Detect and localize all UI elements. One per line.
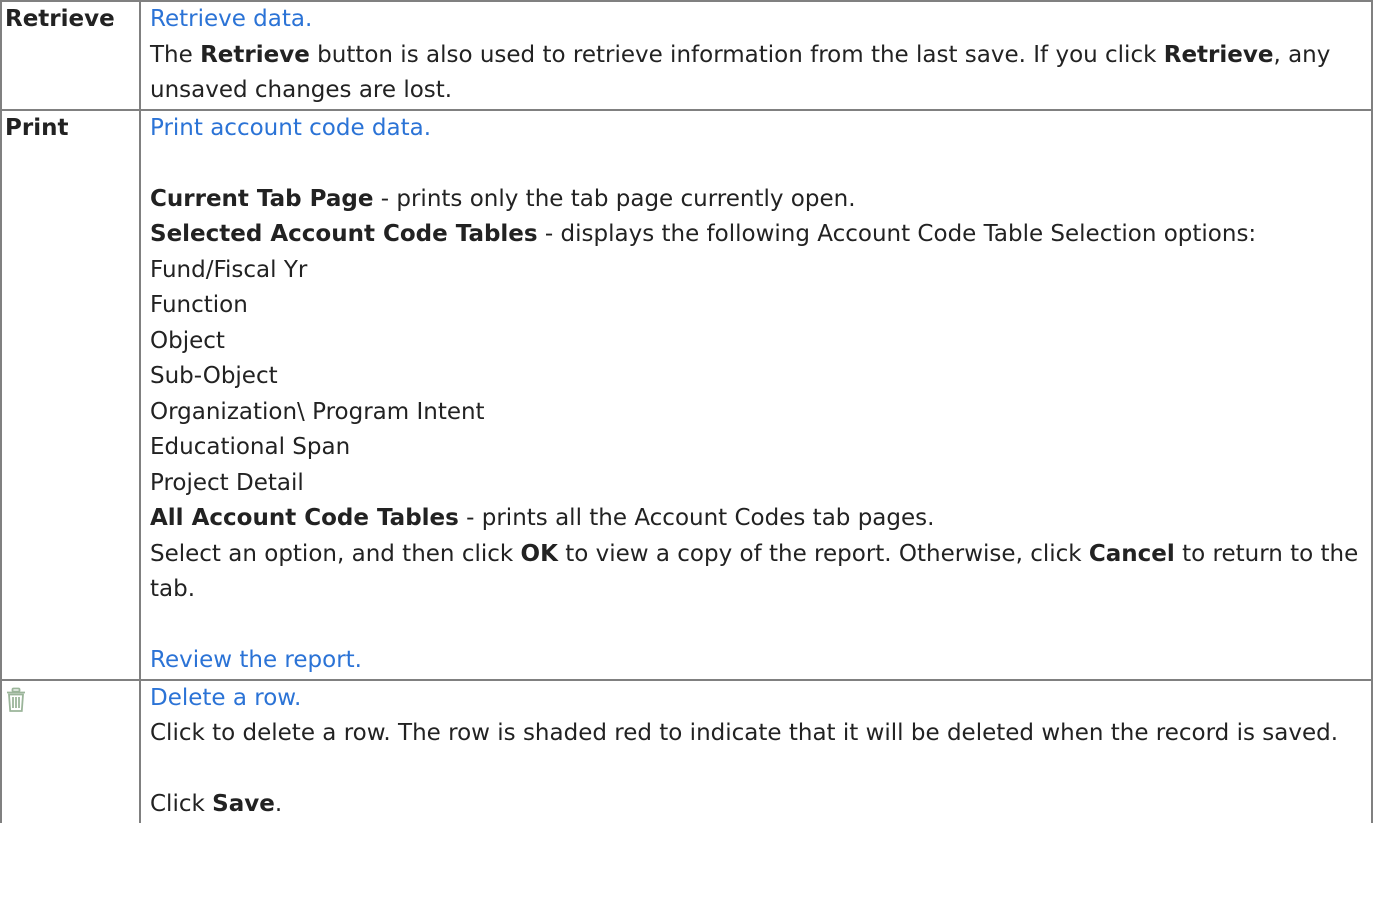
option-function: Function (150, 292, 248, 318)
retrieve-description: The Retrieve button is also used to retr… (150, 41, 1331, 104)
current-tab-option: Current Tab Page - prints only the tab p… (150, 185, 856, 212)
option-object: Object (150, 327, 225, 354)
retrieve-label-cell: Retrieve (0, 0, 141, 111)
retrieve-description-cell: Retrieve data. The Retrieve button is al… (139, 0, 1373, 111)
option-project-detail: Project Detail (150, 469, 304, 496)
table-row-delete: Delete a row. Click to delete a row. The… (0, 678, 1373, 823)
option-fund-fiscal-yr: Fund/Fiscal Yr (150, 256, 308, 283)
all-tables-option: All Account Code Tables - prints all the… (150, 505, 935, 531)
review-report-link[interactable]: Review the report. (150, 647, 362, 673)
delete-row-link[interactable]: Delete a row. (150, 685, 301, 711)
retrieve-button-label: Retrieve (5, 6, 115, 32)
click-save-instruction: Click Save. (150, 791, 283, 817)
print-account-code-link[interactable]: Print account code data. (150, 115, 431, 141)
trash-icon (5, 687, 27, 713)
table-row-retrieve: Retrieve Retrieve data. The Retrieve but… (0, 0, 1373, 111)
help-table: Retrieve Retrieve data. The Retrieve but… (0, 0, 1373, 823)
retrieve-data-link[interactable]: Retrieve data. (150, 6, 312, 32)
print-description-cell: Print account code data. Current Tab Pag… (139, 108, 1373, 681)
print-label-cell: Print (0, 108, 141, 681)
select-option-instructions: Select an option, and then click OK to v… (150, 540, 1359, 603)
option-organization: Organization\ Program Intent (150, 398, 485, 425)
table-row-print: Print Print account code data. Current T… (0, 108, 1373, 681)
print-button-label: Print (5, 114, 69, 141)
option-sub-object: Sub-Object (150, 363, 278, 389)
delete-icon-cell (0, 678, 141, 823)
delete-description-cell: Delete a row. Click to delete a row. The… (139, 678, 1373, 823)
option-educational-span: Educational Span (150, 434, 351, 460)
delete-description: Click to delete a row. The row is shaded… (150, 720, 1339, 746)
selected-tables-option: Selected Account Code Tables - displays … (150, 221, 1257, 247)
